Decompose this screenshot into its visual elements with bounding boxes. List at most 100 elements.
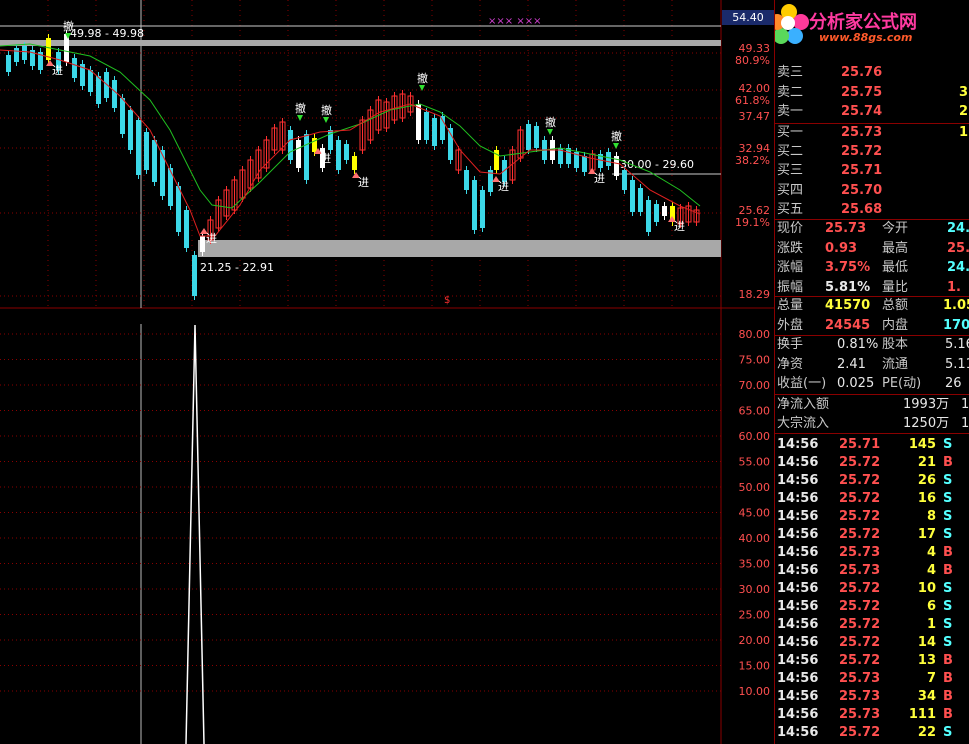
tick-time: 14:56 <box>777 545 819 560</box>
bid-label: 买四 <box>777 182 804 198</box>
volume-label: 总额 <box>882 298 909 313</box>
fund-value: 0.81% <box>837 337 879 352</box>
price-axis-label: 38.2% <box>735 154 770 167</box>
candle-body <box>336 140 341 170</box>
tick-side: B <box>943 545 953 560</box>
indicator-axis-label: 30.00 <box>739 583 771 596</box>
candle-body <box>448 128 453 160</box>
stat-label: 今开 <box>882 221 909 236</box>
indicator-axis-label: 25.00 <box>739 609 771 622</box>
price-axis-label: 18.29 <box>739 288 771 301</box>
stat-label: 最高 <box>882 240 909 256</box>
tick-price: 25.72 <box>839 725 881 740</box>
cancel-signal: 撤 <box>321 103 332 117</box>
bid-label: 买三 <box>777 163 804 179</box>
bid-volume: 1 <box>958 125 968 140</box>
cancel-signal: 撤 <box>295 101 306 115</box>
buy-signal: 进 <box>320 152 331 165</box>
tick-volume: 7 <box>926 671 936 686</box>
price-axis-label: 19.1% <box>735 216 770 229</box>
volume-value: 24545 <box>825 317 871 333</box>
tick-time: 14:56 <box>777 725 819 740</box>
tick-time: 14:56 <box>777 509 819 524</box>
stat-value: 3.75% <box>825 260 871 275</box>
flower-logo-icon <box>775 4 809 44</box>
buy-signal: 进 <box>594 172 605 185</box>
tick-volume: 17 <box>917 527 936 542</box>
tick-time: 14:56 <box>777 437 819 452</box>
volume-label: 外盘 <box>777 317 804 333</box>
bid-row: 买四 25.70 <box>775 182 969 200</box>
tick-time: 14:56 <box>777 689 819 704</box>
stat-row: 涨幅 3.75% 最低 24. <box>775 259 969 277</box>
tick-price: 25.72 <box>839 617 881 632</box>
indicator-axis-label: 10.00 <box>739 685 771 698</box>
candle-body <box>480 190 485 228</box>
candle-body <box>464 170 469 190</box>
candle-body <box>582 156 587 172</box>
volume-row: 总量 41570 总额 1.05 <box>775 297 969 315</box>
tick-side: B <box>943 455 953 470</box>
tick-volume: 34 <box>917 689 936 704</box>
fund-value: 5.11 <box>945 356 969 372</box>
volume-value: 41570 <box>825 298 871 313</box>
stat-value: 1. <box>947 279 961 295</box>
tick-row: 14:56 25.72 16 S <box>775 490 969 508</box>
quote-panel: 分析家公式网 www.88gs.com 卖三 25.76 卖二 25.75 3 卖一 25.… <box>774 0 969 744</box>
tick-row: 14:56 25.71 145 S <box>775 436 969 454</box>
candle-body <box>638 188 643 212</box>
stat-value: 5.81% <box>825 279 871 295</box>
tick-row: 14:56 25.72 22 S <box>775 724 969 742</box>
buy-signal: 进 <box>206 232 217 245</box>
tick-volume: 1 <box>926 617 936 632</box>
candle-body <box>344 144 349 160</box>
candle-body <box>654 204 659 222</box>
tick-price: 25.73 <box>839 671 881 686</box>
candle-body <box>352 156 357 170</box>
stat-value: 25. <box>947 240 969 256</box>
fund-value: 2.41 <box>837 356 866 372</box>
lower-band <box>198 240 721 257</box>
candle-body <box>88 70 93 92</box>
ask-price: 25.75 <box>841 84 883 100</box>
tick-volume: 145 <box>908 437 936 452</box>
tick-volume: 26 <box>917 473 936 488</box>
bid-row: 买一 25.73 1 <box>775 124 969 142</box>
stat-label: 涨幅 <box>777 260 804 275</box>
candle-body <box>184 210 189 248</box>
stat-row: 现价 25.73 今开 24. <box>775 220 969 238</box>
candle-body <box>128 110 133 150</box>
candle-body <box>160 150 165 196</box>
candle-body <box>6 55 11 72</box>
candle-body <box>296 140 301 168</box>
kline-chart[interactable]: 49.98 - 49.9830.00 - 29.6021.25 - 22.91 … <box>0 0 774 744</box>
tick-side: S <box>943 491 953 506</box>
candle-body <box>22 46 27 60</box>
flow-value: 1993万 <box>903 397 950 412</box>
indicator-axis-label: 55.00 <box>739 456 771 469</box>
flow-extra: 1 <box>961 397 969 412</box>
stat-value: 0.93 <box>825 240 858 256</box>
tick-side: S <box>943 635 953 650</box>
tick-row: 14:56 25.73 111 B <box>775 706 969 724</box>
indicator-axis-label: 20.00 <box>739 634 771 647</box>
indicator-axis-label: 35.00 <box>739 558 771 571</box>
fund-value: 5.16 <box>945 337 969 352</box>
tick-volume: 22 <box>917 725 936 740</box>
candle-body <box>112 80 117 108</box>
bid-row: 买三 25.71 <box>775 162 969 180</box>
ask-row: 卖三 25.76 <box>775 64 969 82</box>
tick-side: S <box>943 599 953 614</box>
bid-price: 25.71 <box>841 163 883 179</box>
tick-price: 25.72 <box>839 635 881 650</box>
candle-body <box>662 206 667 216</box>
tick-price: 25.72 <box>839 581 881 596</box>
buy-signal: 进 <box>498 180 509 193</box>
fund-label: 换手 <box>777 337 804 352</box>
logo-url: www.88gs.com <box>819 31 913 44</box>
tick-time: 14:56 <box>777 617 819 632</box>
tick-price: 25.72 <box>839 491 881 506</box>
candle-body <box>424 112 429 140</box>
tick-row: 14:56 25.73 4 B <box>775 562 969 580</box>
bid-label: 买五 <box>777 201 804 217</box>
